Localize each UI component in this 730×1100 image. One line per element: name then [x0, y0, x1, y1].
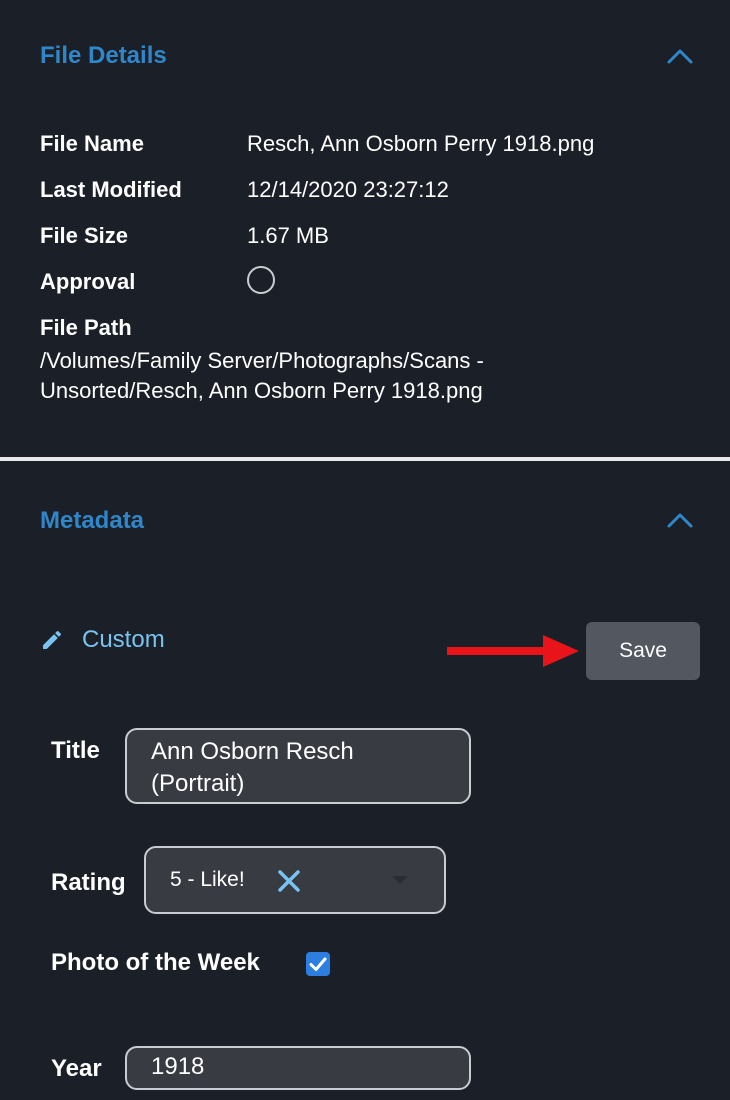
- file-size-label: File Size: [40, 223, 129, 248]
- title-label: Title: [51, 737, 100, 764]
- close-icon[interactable]: [276, 868, 302, 894]
- file-path-line-1: /Volumes/Family Server/Photographs/Scans…: [40, 348, 484, 373]
- pencil-icon: [43, 630, 62, 649]
- metadata-title: Metadata: [40, 507, 145, 534]
- rating-label: Rating: [51, 869, 126, 896]
- file-path-line-2: Unsorted/Resch, Ann Osborn Perry 1918.pn…: [40, 378, 483, 403]
- photo-of-week-label: Photo of the Week: [51, 949, 260, 976]
- year-input[interactable]: 1918: [125, 1046, 471, 1090]
- title-value-line-2: (Portrait): [151, 770, 245, 797]
- last-modified-value: 12/14/2020 23:27:12: [247, 177, 449, 202]
- approval-label: Approval: [40, 269, 136, 294]
- chevron-up-icon[interactable]: [666, 510, 694, 530]
- year-label: Year: [51, 1055, 102, 1082]
- custom-label: Custom: [82, 626, 165, 653]
- rating-select[interactable]: 5 - Like!: [144, 846, 446, 914]
- title-input[interactable]: Ann Osborn Resch (Portrait): [125, 728, 471, 804]
- caret-down-icon[interactable]: [392, 876, 408, 884]
- file-path-value: /Volumes/Family Server/Photographs/Scans…: [40, 346, 640, 406]
- file-name-value: Resch, Ann Osborn Perry 1918.png: [247, 131, 595, 156]
- file-name-label: File Name: [40, 131, 144, 156]
- file-details-panel: File Details File Name Resch, Ann Osborn…: [0, 0, 730, 458]
- chevron-up-icon[interactable]: [666, 46, 694, 66]
- save-button[interactable]: Save: [586, 622, 700, 680]
- checkmark-icon: [309, 957, 327, 971]
- year-value: 1918: [151, 1053, 205, 1080]
- custom-link[interactable]: Custom: [40, 624, 165, 656]
- red-arrow-icon: [447, 635, 579, 667]
- approval-radio[interactable]: [247, 266, 275, 294]
- rating-value: 5 - Like!: [170, 868, 245, 891]
- page: File Details File Name Resch, Ann Osborn…: [0, 0, 730, 1100]
- file-path-label: File Path: [40, 315, 132, 340]
- file-size-value: 1.67 MB: [247, 223, 329, 248]
- title-value-line-1: Ann Osborn Resch: [151, 738, 354, 765]
- file-details-title: File Details: [40, 42, 167, 69]
- last-modified-label: Last Modified: [40, 177, 182, 202]
- photo-of-week-checkbox[interactable]: [306, 952, 330, 976]
